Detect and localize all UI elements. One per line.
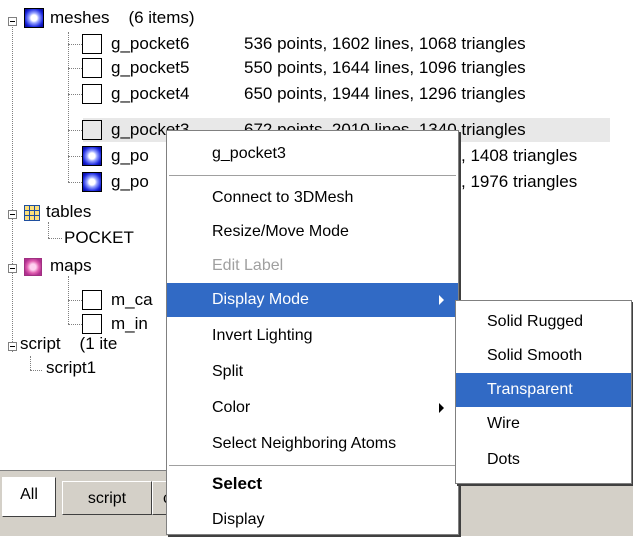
menu-item-resize-move[interactable]: Resize/Move Mode xyxy=(167,215,458,249)
menu-item-color[interactable]: Color xyxy=(167,391,458,425)
mesh-name: g_po xyxy=(111,146,149,165)
tree-line xyxy=(30,370,42,371)
menu-item-display-mode[interactable]: Display Mode xyxy=(167,283,458,317)
tree-node-meshes[interactable]: meshes (6 items) xyxy=(50,6,195,30)
tree-line xyxy=(68,32,69,182)
menu-item-select-neighboring[interactable]: Select Neighboring Atoms xyxy=(167,427,458,461)
tree-line xyxy=(68,44,82,45)
display-mode-submenu: Solid Rugged Solid Smooth Transparent Wi… xyxy=(455,300,632,484)
tree-node-script[interactable]: script (1 ite xyxy=(20,332,117,356)
map-icon xyxy=(24,258,42,276)
mesh-name: g_pocket4 xyxy=(111,84,190,103)
blue-sphere-icon[interactable] xyxy=(82,146,102,166)
tree-node-mesh[interactable]: g_pocket4 xyxy=(111,82,189,106)
blank-square-icon[interactable] xyxy=(82,34,102,54)
tree-line xyxy=(68,324,82,325)
menu-item-label: Display Mode xyxy=(212,291,309,308)
tree-node-script1[interactable]: script1 xyxy=(46,356,96,380)
tree-node-pocket[interactable]: POCKET xyxy=(64,226,134,250)
collapse-toggle[interactable] xyxy=(8,342,17,351)
tree-node-maps[interactable]: maps xyxy=(50,254,92,278)
menu-item-invert-lighting[interactable]: Invert Lighting xyxy=(167,319,458,353)
tab-script[interactable]: script xyxy=(62,481,152,515)
blank-square-icon[interactable] xyxy=(82,314,102,334)
collapse-toggle[interactable] xyxy=(8,210,17,219)
mesh-name: g_po xyxy=(111,172,149,191)
blank-square-icon[interactable] xyxy=(82,120,102,140)
tree-line xyxy=(68,130,82,131)
tree-line xyxy=(48,222,49,238)
tree-node-mesh[interactable]: g_pocket6 xyxy=(111,32,189,56)
mesh-name: g_pocket5 xyxy=(111,58,190,77)
mesh-info: 536 points, 1602 lines, 1068 triangles xyxy=(244,34,526,53)
tree-line xyxy=(30,356,31,370)
submenu-item-wire[interactable]: Wire xyxy=(456,407,631,441)
menu-item-select[interactable]: Select xyxy=(167,467,458,501)
tree-line xyxy=(68,68,82,69)
node-label: script xyxy=(20,334,61,353)
collapse-toggle[interactable] xyxy=(8,17,17,26)
blank-square-icon[interactable] xyxy=(82,290,102,310)
collapse-toggle[interactable] xyxy=(8,264,17,273)
tree-node-mesh[interactable]: g_po xyxy=(111,170,149,194)
tab-all[interactable]: All xyxy=(2,477,56,517)
mesh-info: , 1976 triangles xyxy=(461,172,578,191)
tree-line xyxy=(68,156,82,157)
menu-header: g_pocket3 xyxy=(212,145,286,162)
submenu-item-transparent[interactable]: Transparent xyxy=(456,373,631,407)
mesh-info: 550 points, 1644 lines, 1096 triangles xyxy=(244,58,526,77)
blank-square-icon[interactable] xyxy=(82,84,102,104)
node-label: meshes xyxy=(50,8,110,27)
menu-item-edit-label: Edit Label xyxy=(212,257,284,274)
submenu-arrow-icon xyxy=(439,403,444,413)
menu-item-label: Color xyxy=(212,399,251,416)
context-menu: g_pocket3 Connect to 3DMesh Resize/Move … xyxy=(166,130,459,535)
submenu-item-solid-rugged[interactable]: Solid Rugged xyxy=(456,305,631,339)
mesh-info: , 1408 triangles xyxy=(461,146,578,165)
tree-node-mesh[interactable]: g_po xyxy=(111,144,149,168)
submenu-item-dots[interactable]: Dots xyxy=(456,443,631,477)
tree-line xyxy=(68,300,82,301)
meshes-folder-icon xyxy=(24,8,44,28)
tree-line xyxy=(48,238,62,239)
tree-node-mesh[interactable]: g_pocket5 xyxy=(111,56,189,80)
tree-node-map[interactable]: m_ca xyxy=(111,288,153,312)
node-count: (6 items) xyxy=(128,8,195,27)
tree-line xyxy=(12,22,13,352)
submenu-item-solid-smooth[interactable]: Solid Smooth xyxy=(456,339,631,373)
blank-square-icon[interactable] xyxy=(82,58,102,78)
blue-sphere-icon[interactable] xyxy=(82,172,102,192)
node-count: (1 ite xyxy=(79,334,118,353)
mesh-info: 650 points, 1944 lines, 1296 triangles xyxy=(244,84,526,103)
menu-separator xyxy=(169,175,456,177)
menu-item-display[interactable]: Display xyxy=(167,503,458,537)
mesh-name: g_pocket6 xyxy=(111,34,190,53)
tree-line xyxy=(68,94,82,95)
tree-line xyxy=(68,182,82,183)
menu-item-connect[interactable]: Connect to 3DMesh xyxy=(167,181,458,215)
tree-node-tables[interactable]: tables xyxy=(46,200,91,224)
submenu-arrow-icon xyxy=(439,295,444,305)
table-icon xyxy=(24,205,40,221)
menu-item-split[interactable]: Split xyxy=(167,355,458,389)
